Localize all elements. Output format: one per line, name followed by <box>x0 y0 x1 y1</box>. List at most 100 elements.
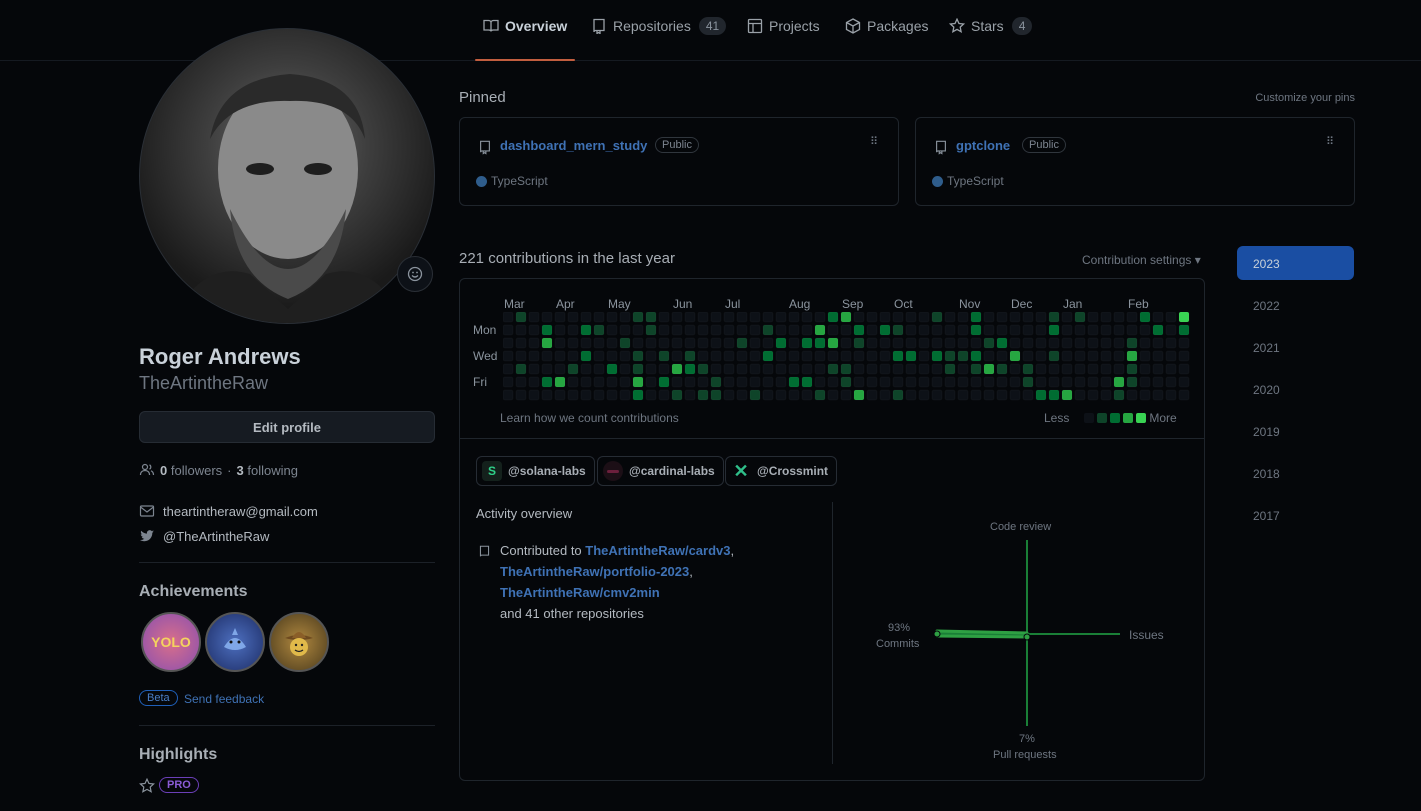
contribution-day[interactable] <box>1062 312 1072 322</box>
contribution-day[interactable] <box>945 377 955 387</box>
repo-link-cmv2min[interactable]: TheArtintheRaw/cmv2min <box>500 585 660 600</box>
contribution-day[interactable] <box>789 377 799 387</box>
contribution-day[interactable] <box>529 338 539 348</box>
contribution-day[interactable] <box>1036 325 1046 335</box>
learn-contributions-link[interactable]: Learn how we count contributions <box>500 411 679 425</box>
contribution-day[interactable] <box>763 351 773 361</box>
contribution-day[interactable] <box>620 351 630 361</box>
contribution-day[interactable] <box>737 377 747 387</box>
contribution-day[interactable] <box>750 338 760 348</box>
contribution-day[interactable] <box>659 351 669 361</box>
contribution-day[interactable] <box>659 390 669 400</box>
contribution-day[interactable] <box>633 312 643 322</box>
contribution-day[interactable] <box>1127 364 1137 374</box>
contribution-day[interactable] <box>516 325 526 335</box>
contribution-day[interactable] <box>1088 312 1098 322</box>
contribution-day[interactable] <box>854 325 864 335</box>
contribution-day[interactable] <box>672 338 682 348</box>
contribution-day[interactable] <box>854 390 864 400</box>
contribution-day[interactable] <box>672 312 682 322</box>
contribution-day[interactable] <box>815 364 825 374</box>
contribution-day[interactable] <box>1023 351 1033 361</box>
contribution-day[interactable] <box>802 390 812 400</box>
quickdraw-badge[interactable] <box>269 612 329 672</box>
contribution-day[interactable] <box>945 351 955 361</box>
contribution-day[interactable] <box>789 312 799 322</box>
contribution-day[interactable] <box>724 377 734 387</box>
contribution-day[interactable] <box>1036 338 1046 348</box>
contribution-day[interactable] <box>958 351 968 361</box>
contribution-day[interactable] <box>1062 338 1072 348</box>
contribution-day[interactable] <box>789 351 799 361</box>
contribution-day[interactable] <box>1179 338 1189 348</box>
contribution-day[interactable] <box>711 377 721 387</box>
contribution-day[interactable] <box>1114 377 1124 387</box>
contribution-day[interactable] <box>1036 377 1046 387</box>
contribution-day[interactable] <box>659 325 669 335</box>
contribution-day[interactable] <box>685 338 695 348</box>
contribution-day[interactable] <box>1049 390 1059 400</box>
contribution-day[interactable] <box>802 312 812 322</box>
contribution-day[interactable] <box>880 377 890 387</box>
contribution-day[interactable] <box>555 312 565 322</box>
contribution-day[interactable] <box>763 338 773 348</box>
contribution-day[interactable] <box>1049 325 1059 335</box>
contribution-day[interactable] <box>594 312 604 322</box>
twitter-link[interactable]: @TheArtintheRaw <box>163 529 269 544</box>
contribution-day[interactable] <box>984 377 994 387</box>
contribution-day[interactable] <box>516 338 526 348</box>
contribution-day[interactable] <box>984 390 994 400</box>
contribution-day[interactable] <box>1114 390 1124 400</box>
contribution-day[interactable] <box>906 338 916 348</box>
contribution-day[interactable] <box>789 325 799 335</box>
contribution-day[interactable] <box>971 364 981 374</box>
contribution-day[interactable] <box>568 390 578 400</box>
pinned-repo-link[interactable]: dashboard_mern_study <box>500 138 647 153</box>
pull-shark-badge[interactable] <box>205 612 265 672</box>
contribution-day[interactable] <box>750 390 760 400</box>
contribution-day[interactable] <box>607 325 617 335</box>
edit-profile-button[interactable]: Edit profile <box>139 411 435 443</box>
drag-handle-icon[interactable]: ⠿ <box>1326 137 1334 148</box>
contribution-day[interactable] <box>1153 377 1163 387</box>
contribution-day[interactable] <box>1166 390 1176 400</box>
org-crossmint[interactable]: ✕ @Crossmint <box>725 456 838 486</box>
contribution-day[interactable] <box>802 338 812 348</box>
contribution-day[interactable] <box>867 377 877 387</box>
contribution-day[interactable] <box>724 351 734 361</box>
contribution-day[interactable] <box>724 338 734 348</box>
contribution-day[interactable] <box>984 325 994 335</box>
contribution-day[interactable] <box>1023 377 1033 387</box>
contribution-day[interactable] <box>984 312 994 322</box>
contribution-day[interactable] <box>1153 312 1163 322</box>
contribution-day[interactable] <box>1062 364 1072 374</box>
contribution-day[interactable] <box>815 312 825 322</box>
contribution-day[interactable] <box>1127 351 1137 361</box>
contribution-day[interactable] <box>841 325 851 335</box>
email-link[interactable]: theartintheraw@gmail.com <box>163 504 318 519</box>
contribution-day[interactable] <box>1010 364 1020 374</box>
contribution-day[interactable] <box>1140 338 1150 348</box>
contribution-day[interactable] <box>633 325 643 335</box>
contribution-day[interactable] <box>607 338 617 348</box>
contribution-day[interactable] <box>1010 377 1020 387</box>
contribution-day[interactable] <box>932 312 942 322</box>
tab-stars[interactable]: Stars 4 <box>949 17 1033 54</box>
contribution-day[interactable] <box>1101 351 1111 361</box>
contribution-day[interactable] <box>750 377 760 387</box>
contribution-day[interactable] <box>828 351 838 361</box>
contribution-day[interactable] <box>776 390 786 400</box>
contribution-day[interactable] <box>555 338 565 348</box>
contribution-day[interactable] <box>906 351 916 361</box>
contribution-day[interactable] <box>594 390 604 400</box>
send-feedback-link[interactable]: Send feedback <box>184 692 264 706</box>
contribution-day[interactable] <box>1179 351 1189 361</box>
contribution-day[interactable] <box>685 351 695 361</box>
contribution-day[interactable] <box>958 338 968 348</box>
contribution-day[interactable] <box>568 364 578 374</box>
contribution-day[interactable] <box>711 351 721 361</box>
contribution-day[interactable] <box>594 338 604 348</box>
contribution-day[interactable] <box>529 325 539 335</box>
tab-repositories[interactable]: Repositories 41 <box>591 17 727 54</box>
contribution-day[interactable] <box>802 364 812 374</box>
